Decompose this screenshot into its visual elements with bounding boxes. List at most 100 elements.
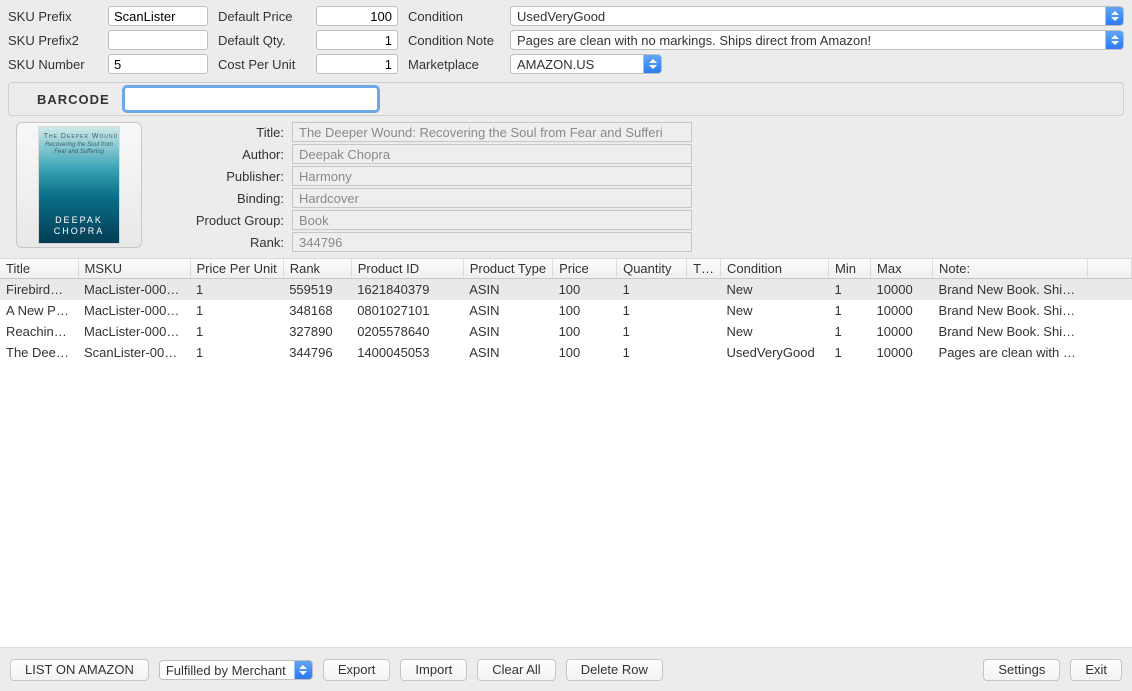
cell-title[interactable]: Firebird… xyxy=(0,279,78,301)
cell-qty[interactable]: 1 xyxy=(617,321,687,342)
cell-min[interactable]: 1 xyxy=(829,321,871,342)
cell-ppu[interactable]: 1 xyxy=(190,321,283,342)
cell-ptype[interactable]: ASIN xyxy=(463,300,552,321)
cell-ptype[interactable]: ASIN xyxy=(463,342,552,363)
cell-min[interactable]: 1 xyxy=(829,342,871,363)
col-cond[interactable]: Condition xyxy=(721,259,829,279)
listing-grid[interactable]: Title MSKU Price Per Unit Rank Product I… xyxy=(0,258,1132,647)
product-detail-grid: Title: The Deeper Wound: Recovering the … xyxy=(152,122,692,252)
col-price[interactable]: Price xyxy=(553,259,617,279)
cell-max[interactable]: 10000 xyxy=(871,342,933,363)
cell-note[interactable]: Pages are clean with no… xyxy=(933,342,1088,363)
table-row[interactable]: Reachin…MacLister-0000011327890020557864… xyxy=(0,321,1132,342)
col-msku[interactable]: MSKU xyxy=(78,259,190,279)
cell-title[interactable]: The Dee… xyxy=(0,342,78,363)
col-max[interactable]: Max xyxy=(871,259,933,279)
cell-msku[interactable]: MacLister-000003 xyxy=(78,300,190,321)
cell-max[interactable]: 10000 xyxy=(871,279,933,301)
fulfilment-select[interactable]: Fulfilled by Merchant xyxy=(159,660,313,680)
cell-max[interactable]: 10000 xyxy=(871,300,933,321)
cell-qty[interactable]: 1 xyxy=(617,279,687,301)
cell-ptype[interactable]: ASIN xyxy=(463,279,552,301)
cell-cond[interactable]: New xyxy=(721,321,829,342)
col-note[interactable]: Note: xyxy=(933,259,1088,279)
cell-ppu[interactable]: 1 xyxy=(190,279,283,301)
cell-title[interactable]: Reachin… xyxy=(0,321,78,342)
col-pid[interactable]: Product ID xyxy=(351,259,463,279)
cell-pid[interactable]: 1621840379 xyxy=(351,279,463,301)
cell-pid[interactable]: 0205578640 xyxy=(351,321,463,342)
cell-extra xyxy=(1088,300,1132,321)
cell-cond[interactable]: UsedVeryGood xyxy=(721,342,829,363)
table-row[interactable]: The Dee…ScanLister-000…13447961400045053… xyxy=(0,342,1132,363)
cell-cond[interactable]: New xyxy=(721,279,829,301)
clear-all-button[interactable]: Clear All xyxy=(477,659,555,681)
sku-number-input[interactable] xyxy=(108,54,208,74)
import-button[interactable]: Import xyxy=(400,659,467,681)
cell-msku[interactable]: MacLister-000002 xyxy=(78,279,190,301)
barcode-input[interactable] xyxy=(124,87,378,111)
cell-t[interactable] xyxy=(687,279,721,301)
list-on-amazon-button[interactable]: LIST ON AMAZON xyxy=(10,659,149,681)
export-button[interactable]: Export xyxy=(323,659,391,681)
cell-note[interactable]: Brand New Book. Ships… xyxy=(933,300,1088,321)
cell-ptype[interactable]: ASIN xyxy=(463,321,552,342)
cell-price[interactable]: 100 xyxy=(553,321,617,342)
cell-qty[interactable]: 1 xyxy=(617,342,687,363)
delete-row-button[interactable]: Delete Row xyxy=(566,659,663,681)
cell-note[interactable]: Brand New Book. Ships… xyxy=(933,321,1088,342)
condition-select[interactable]: UsedVeryGood xyxy=(510,6,1124,26)
cell-note[interactable]: Brand New Book. Ships… xyxy=(933,279,1088,301)
col-rank[interactable]: Rank xyxy=(283,259,351,279)
cell-msku[interactable]: ScanLister-000… xyxy=(78,342,190,363)
col-ppu[interactable]: Price Per Unit xyxy=(190,259,283,279)
condition-note-select[interactable]: Pages are clean with no markings. Ships … xyxy=(510,30,1124,50)
marketplace-select[interactable]: AMAZON.US xyxy=(510,54,662,74)
label-default-price: Default Price xyxy=(218,9,316,24)
chevron-updown-icon xyxy=(643,55,661,73)
cell-rank[interactable]: 327890 xyxy=(283,321,351,342)
default-qty-input[interactable] xyxy=(316,30,398,50)
default-price-input[interactable] xyxy=(316,6,398,26)
col-title[interactable]: Title xyxy=(0,259,78,279)
cell-min[interactable]: 1 xyxy=(829,300,871,321)
cell-rank[interactable]: 348168 xyxy=(283,300,351,321)
cell-price[interactable]: 100 xyxy=(553,279,617,301)
cell-title[interactable]: A New P… xyxy=(0,300,78,321)
settings-button[interactable]: Settings xyxy=(983,659,1060,681)
table-row[interactable]: Firebird…MacLister-000002155951916218403… xyxy=(0,279,1132,301)
cell-t[interactable] xyxy=(687,342,721,363)
col-min[interactable]: Min xyxy=(829,259,871,279)
cell-rank[interactable]: 559519 xyxy=(283,279,351,301)
cell-ppu[interactable]: 1 xyxy=(190,300,283,321)
col-qty[interactable]: Quantity xyxy=(617,259,687,279)
label-sku-prefix: SKU Prefix xyxy=(8,9,108,24)
cell-price[interactable]: 100 xyxy=(553,300,617,321)
cell-rank[interactable]: 344796 xyxy=(283,342,351,363)
exit-button[interactable]: Exit xyxy=(1070,659,1122,681)
cell-pid[interactable]: 0801027101 xyxy=(351,300,463,321)
cell-qty[interactable]: 1 xyxy=(617,300,687,321)
cell-ppu[interactable]: 1 xyxy=(190,342,283,363)
cell-pid[interactable]: 1400045053 xyxy=(351,342,463,363)
cell-msku[interactable]: MacLister-000001 xyxy=(78,321,190,342)
col-extra[interactable] xyxy=(1088,259,1132,279)
table-header[interactable]: Title MSKU Price Per Unit Rank Product I… xyxy=(0,259,1132,279)
label-condition: Condition xyxy=(408,9,510,24)
label-title: Title: xyxy=(152,125,292,140)
chevron-updown-icon xyxy=(1105,7,1123,25)
sku-prefix2-input[interactable] xyxy=(108,30,208,50)
cell-cond[interactable]: New xyxy=(721,300,829,321)
cost-per-unit-input[interactable] xyxy=(316,54,398,74)
cell-t[interactable] xyxy=(687,321,721,342)
cell-min[interactable]: 1 xyxy=(829,279,871,301)
label-barcode: BARCODE xyxy=(13,92,124,107)
cell-t[interactable] xyxy=(687,300,721,321)
label-condition-note: Condition Note xyxy=(408,33,510,48)
col-t[interactable]: T… xyxy=(687,259,721,279)
cell-price[interactable]: 100 xyxy=(553,342,617,363)
col-ptype[interactable]: Product Type xyxy=(463,259,552,279)
table-row[interactable]: A New P…MacLister-0000031348168080102710… xyxy=(0,300,1132,321)
cell-max[interactable]: 10000 xyxy=(871,321,933,342)
sku-prefix-input[interactable] xyxy=(108,6,208,26)
